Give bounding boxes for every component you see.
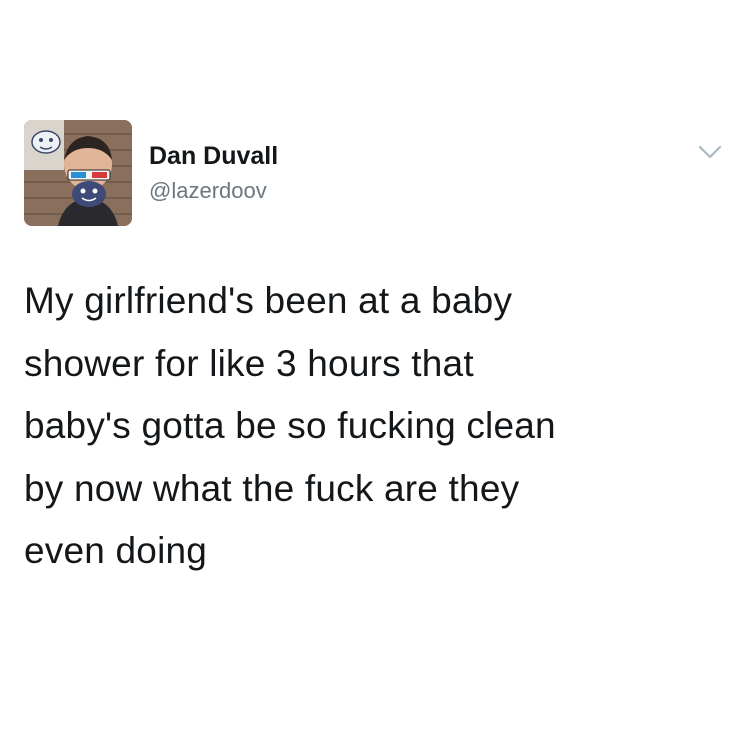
chevron-down-icon[interactable] <box>697 143 723 161</box>
profile-photo-icon <box>24 120 132 226</box>
author-handle[interactable]: @lazerdoov <box>149 178 267 204</box>
author-display-name[interactable]: Dan Duvall <box>149 142 278 171</box>
avatar[interactable] <box>24 120 132 226</box>
tweet-text: My girlfriend's been at a baby shower fo… <box>24 280 556 571</box>
tweet-card: Dan Duvall @lazerdoov My girlfriend's be… <box>0 0 750 750</box>
